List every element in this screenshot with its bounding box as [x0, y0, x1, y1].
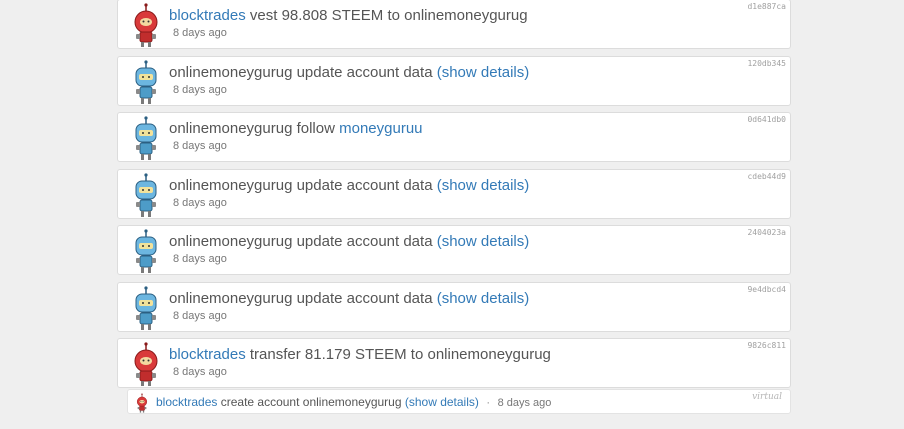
- operation-time[interactable]: 8 days ago: [173, 197, 227, 209]
- operation-description: onlinemoneygurug update account data (sh…: [169, 64, 529, 81]
- actor-link[interactable]: blocktrades: [169, 7, 246, 24]
- operation-text: update account data: [296, 233, 433, 250]
- virtual-tag: virtual: [752, 392, 782, 402]
- operation-text: vest 98.808 STEEM to onlinemoneygurug: [249, 7, 528, 24]
- actor-name: onlinemoneygurug: [169, 64, 293, 81]
- operation-time[interactable]: 8 days ago: [498, 397, 552, 409]
- operation-card: blocktrades vest 98.808 STEEM to onlinem…: [117, 0, 791, 49]
- blue-robot-icon[interactable]: [130, 60, 162, 104]
- operation-card: onlinemoneygurug follow moneyguruu 8 day…: [117, 112, 791, 162]
- separator: ·: [486, 395, 491, 409]
- operation-time[interactable]: 8 days ago: [173, 84, 227, 96]
- transaction-hash[interactable]: 0d641db0: [747, 115, 786, 124]
- operation-text: update account data: [296, 290, 433, 307]
- blue-robot-icon[interactable]: [130, 286, 162, 330]
- transaction-hash[interactable]: 2404023a: [747, 228, 786, 237]
- show-details-link[interactable]: (show details): [437, 64, 530, 81]
- actor-name: onlinemoneygurug: [169, 290, 293, 307]
- transaction-hash[interactable]: 9826c811: [747, 341, 786, 350]
- operation-card: onlinemoneygurug update account data (sh…: [117, 225, 791, 275]
- operation-description: onlinemoneygurug follow moneyguruu: [169, 120, 423, 137]
- actor-link[interactable]: blocktrades: [169, 346, 246, 363]
- operation-card: onlinemoneygurug update account data (sh…: [117, 169, 791, 219]
- red-robot-icon[interactable]: [130, 342, 162, 386]
- operation-time[interactable]: 8 days ago: [173, 253, 227, 265]
- operation-text: update account data: [296, 177, 433, 194]
- operation-text: transfer 81.179 STEEM to onlinemoneyguru…: [249, 346, 551, 363]
- operation-description: blocktrades transfer 81.179 STEEM to onl…: [169, 346, 551, 363]
- transaction-hash[interactable]: 120db345: [747, 59, 786, 68]
- virtual-operation-card: blocktrades create account onlinemoneygu…: [127, 389, 791, 414]
- operation-text: follow: [296, 120, 335, 137]
- follow-target-link[interactable]: moneyguruu: [339, 120, 422, 137]
- operation-description: onlinemoneygurug update account data (sh…: [169, 177, 529, 194]
- virtual-operation-description: blocktrades create account onlinemoneygu…: [156, 395, 551, 409]
- operation-time[interactable]: 8 days ago: [173, 27, 227, 39]
- show-details-link[interactable]: (show details): [437, 233, 530, 250]
- transaction-hash[interactable]: 9e4dbcd4: [747, 285, 786, 294]
- operation-text: create account onlinemoneygurug: [220, 395, 402, 409]
- actor-link[interactable]: blocktrades: [156, 395, 217, 409]
- blue-robot-icon[interactable]: [130, 229, 162, 273]
- operation-text: update account data: [296, 64, 433, 81]
- blue-robot-icon[interactable]: [130, 116, 162, 160]
- operation-description: onlinemoneygurug update account data (sh…: [169, 233, 529, 250]
- operation-time[interactable]: 8 days ago: [173, 366, 227, 378]
- operation-card: onlinemoneygurug update account data (sh…: [117, 56, 791, 106]
- transaction-hash[interactable]: d1e887ca: [747, 2, 786, 11]
- actor-name: onlinemoneygurug: [169, 177, 293, 194]
- operation-description: onlinemoneygurug update account data (sh…: [169, 290, 529, 307]
- operation-card: blocktrades transfer 81.179 STEEM to onl…: [117, 338, 791, 388]
- red-robot-icon[interactable]: [135, 393, 149, 413]
- operation-description: blocktrades vest 98.808 STEEM to onlinem…: [169, 7, 528, 24]
- operation-time[interactable]: 8 days ago: [173, 310, 227, 322]
- operation-time[interactable]: 8 days ago: [173, 140, 227, 152]
- actor-name: onlinemoneygurug: [169, 120, 293, 137]
- red-robot-icon[interactable]: [130, 3, 162, 47]
- actor-name: onlinemoneygurug: [169, 233, 293, 250]
- operation-card: onlinemoneygurug update account data (sh…: [117, 282, 791, 332]
- blue-robot-icon[interactable]: [130, 173, 162, 217]
- transaction-hash[interactable]: cdeb44d9: [747, 172, 786, 181]
- show-details-link[interactable]: (show details): [437, 290, 530, 307]
- show-details-link[interactable]: (show details): [437, 177, 530, 194]
- show-details-link[interactable]: (show details): [405, 395, 479, 409]
